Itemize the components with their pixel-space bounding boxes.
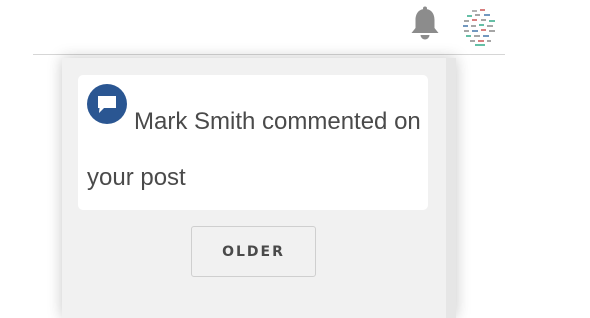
scrollbar-track[interactable] <box>446 58 456 318</box>
avatar[interactable] <box>458 5 502 49</box>
notification-text: Mark Smith commented on your post <box>87 108 421 191</box>
bell-icon[interactable] <box>406 5 444 43</box>
notification-item[interactable]: Mark Smith commented on your post <box>78 75 428 210</box>
older-button[interactable]: OLDER <box>191 226 316 277</box>
notifications-dropdown: Mark Smith commented on your post OLDER <box>62 58 456 318</box>
